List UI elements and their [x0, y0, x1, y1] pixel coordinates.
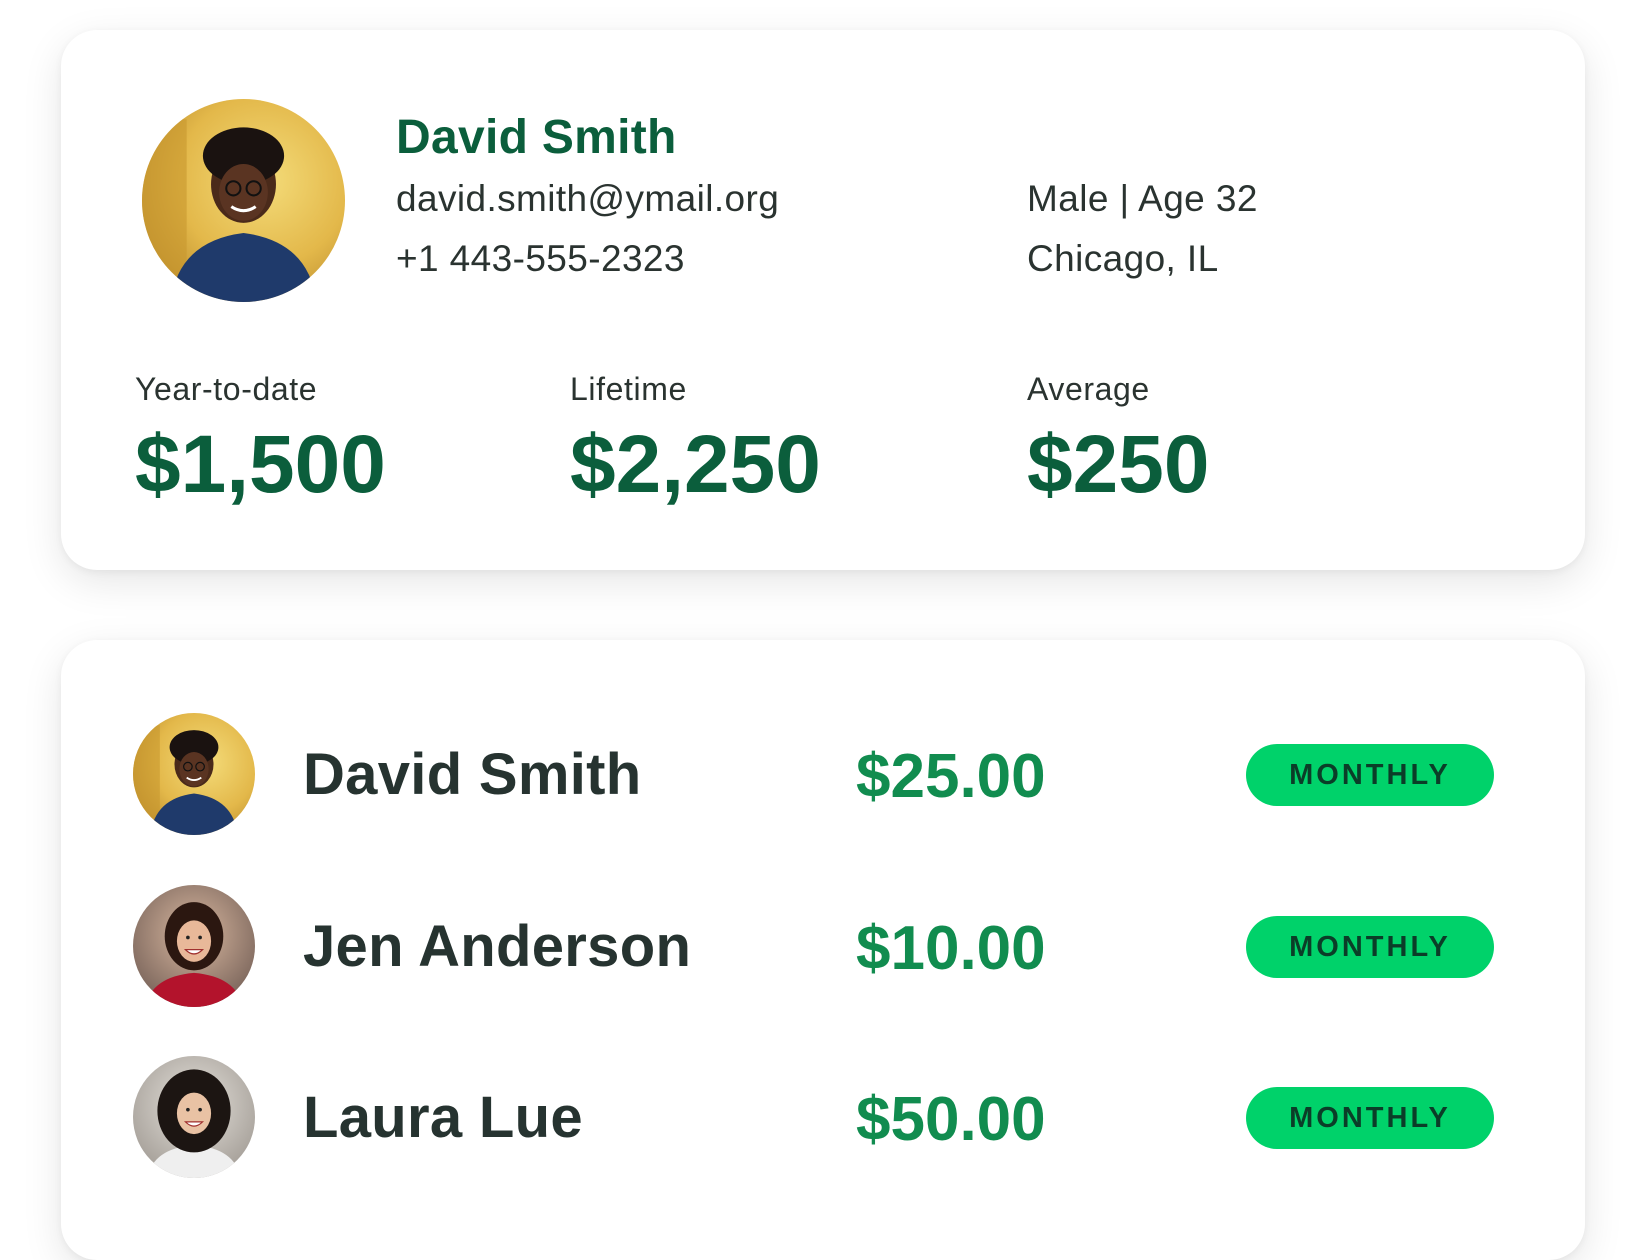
- donation-amount: $50.00: [856, 1085, 1046, 1154]
- stat-label-ytd: Year-to-date: [135, 371, 318, 407]
- list-item[interactable]: David Smith $25.00 MONTHLY: [61, 713, 1585, 837]
- donor-name: Jen Anderson: [303, 914, 692, 979]
- stat-label-average: Average: [1027, 371, 1150, 407]
- stat-value-average: $250: [1027, 419, 1210, 510]
- frequency-badge: MONTHLY: [1246, 916, 1494, 978]
- stat-value-lifetime: $2,250: [570, 419, 821, 510]
- profile-phone[interactable]: +1 443-555-2323: [396, 238, 685, 280]
- profile-name: David Smith: [396, 111, 677, 164]
- donation-amount: $10.00: [856, 914, 1046, 983]
- donation-amount: $25.00: [856, 742, 1046, 811]
- avatar: [133, 713, 255, 835]
- donor-list-card: David Smith $25.00 MONTHLY Jen Anderson …: [61, 640, 1585, 1260]
- frequency-badge: MONTHLY: [1246, 1087, 1494, 1149]
- profile-gender-age: Male | Age 32: [1027, 178, 1258, 219]
- profile-avatar: [142, 99, 345, 302]
- avatar: [133, 1056, 255, 1178]
- donor-name: Laura Lue: [303, 1085, 583, 1150]
- avatar: [133, 885, 255, 1007]
- stat-label-lifetime: Lifetime: [570, 371, 687, 407]
- profile-location: Chicago, IL: [1027, 238, 1219, 279]
- frequency-badge: MONTHLY: [1246, 744, 1494, 806]
- stat-value-ytd: $1,500: [135, 419, 386, 510]
- donor-profile-card: David Smith david.smith@ymail.org +1 443…: [61, 30, 1585, 570]
- list-item[interactable]: Laura Lue $50.00 MONTHLY: [61, 1056, 1585, 1180]
- donor-name: David Smith: [303, 742, 642, 807]
- list-item[interactable]: Jen Anderson $10.00 MONTHLY: [61, 885, 1585, 1009]
- profile-email[interactable]: david.smith@ymail.org: [396, 178, 779, 220]
